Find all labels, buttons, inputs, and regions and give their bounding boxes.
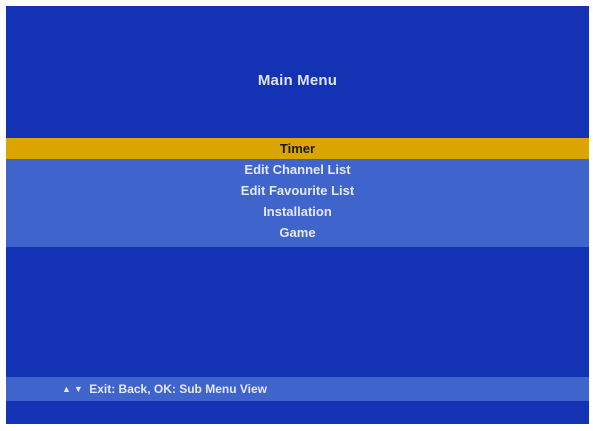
menu-item-edit-channel-list[interactable]: Edit Channel List [6,159,589,180]
menu-item-timer[interactable]: Timer [6,138,589,159]
menu-item-edit-favourite-list[interactable]: Edit Favourite List [6,180,589,201]
up-arrow-icon: ▲ [62,384,71,394]
page-title: Main Menu [257,72,338,89]
tv-screen: Main Menu Timer Edit Channel List Edit F… [6,6,589,424]
hint-text: Exit: Back, OK: Sub Menu View [89,382,268,396]
main-menu-list: Timer Edit Channel List Edit Favourite L… [6,138,589,247]
hint-content: ▲ ▼ Exit: Back, OK: Sub Menu View [62,377,267,401]
navigation-hint-bar: ▲ ▼ Exit: Back, OK: Sub Menu View [6,377,589,401]
menu-item-game[interactable]: Game [6,222,589,243]
down-arrow-icon: ▼ [73,384,83,394]
menu-item-installation[interactable]: Installation [6,201,589,222]
